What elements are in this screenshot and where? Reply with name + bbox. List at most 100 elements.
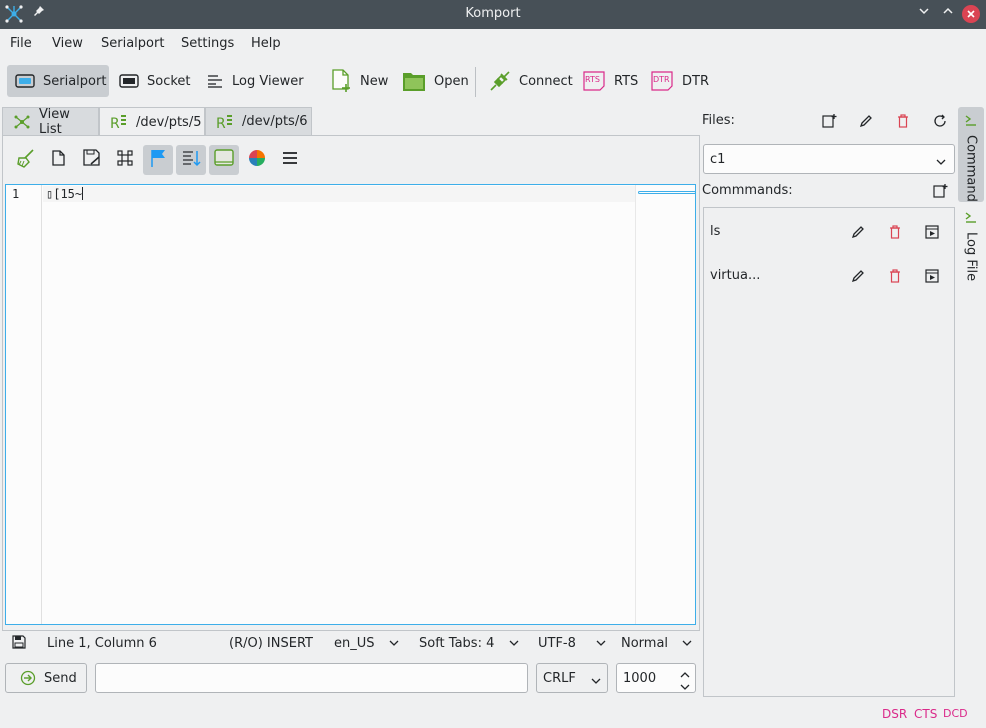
send-button[interactable]: Send [5, 663, 87, 693]
new-button[interactable]: New [322, 65, 396, 97]
wrap-button[interactable] [209, 145, 239, 175]
window-green-icon [213, 148, 235, 172]
language-selector[interactable]: en_US [334, 636, 399, 654]
edit-command-icon[interactable] [848, 266, 868, 286]
flag-icon [149, 148, 167, 172]
line-number: 1 [12, 187, 20, 201]
open-label: Open [434, 73, 469, 89]
minimize-chevron-icon[interactable] [915, 5, 933, 23]
add-command-icon[interactable] [930, 181, 950, 201]
minimap[interactable] [635, 185, 697, 624]
dtr-icon: DTR [650, 70, 674, 92]
side-tab-command[interactable]: Command [958, 107, 984, 202]
spin-down-icon[interactable] [679, 680, 691, 695]
send-arrow-icon [20, 670, 36, 686]
open-folder-icon [402, 70, 426, 92]
tab-label: View List [39, 106, 70, 137]
connect-label: Connect [519, 73, 573, 89]
chevron-down-icon [389, 636, 399, 651]
rx-tx-icon: R [216, 113, 234, 131]
tab-label: /dev/pts/5 [136, 114, 202, 130]
log-viewer-button[interactable]: Log Viewer [198, 65, 312, 97]
list-item[interactable]: ls [704, 216, 954, 248]
menu-help[interactable]: Help [251, 36, 281, 51]
menu-serialport[interactable]: Serialport [101, 36, 164, 51]
delete-file-icon[interactable] [893, 111, 913, 131]
rx-tx-icon: R [110, 113, 128, 131]
line-ending-select[interactable]: CRLF [536, 663, 608, 693]
copy-button[interactable] [44, 145, 74, 175]
rts-label: RTS [614, 73, 639, 89]
maximize-chevron-icon[interactable] [939, 5, 957, 23]
terminal-editor[interactable]: 1 ▯[15~ [5, 184, 696, 625]
color-button[interactable] [242, 145, 272, 175]
tab-dev-pts-5[interactable]: R /dev/pts/5 [99, 107, 205, 136]
run-command-icon[interactable] [922, 266, 942, 286]
send-input[interactable] [95, 663, 528, 693]
svg-text:R: R [110, 116, 120, 131]
connect-plug-icon [489, 70, 511, 92]
tab-view-list[interactable]: View List [2, 106, 99, 137]
dtr-button[interactable]: DTR DTR [642, 65, 717, 97]
color-wheel-icon [248, 149, 266, 171]
file-combo-value: c1 [710, 151, 726, 167]
line-number-gutter: 1 [6, 185, 42, 624]
save-status-icon[interactable] [12, 635, 26, 653]
close-icon[interactable] [962, 5, 980, 23]
view-mode-label: Normal [621, 636, 669, 651]
svg-text:RTS: RTS [585, 75, 600, 84]
menu-view[interactable]: View [52, 36, 83, 51]
run-command-icon[interactable] [922, 222, 942, 242]
language-label: en_US [334, 636, 375, 651]
interval-value: 1000 [623, 670, 657, 686]
rts-button[interactable]: RTS RTS [574, 65, 646, 97]
delete-command-icon[interactable] [885, 266, 905, 286]
new-label: New [360, 73, 389, 89]
dtr-label: DTR [682, 73, 709, 89]
log-viewer-label: Log Viewer [232, 73, 304, 89]
editor-text: ▯[15~ [46, 187, 84, 201]
interval-spinbox[interactable]: 1000 [616, 663, 696, 693]
connect-button[interactable]: Connect [481, 65, 581, 97]
clear-button[interactable] [11, 145, 41, 175]
line-ending-value: CRLF [543, 670, 576, 686]
bookmark-button[interactable] [143, 145, 173, 175]
encoding-label: UTF-8 [538, 636, 576, 651]
serialport-label: Serialport [43, 73, 107, 89]
save-as-button[interactable] [77, 145, 107, 175]
encoding-selector[interactable]: UTF-8 [538, 636, 606, 654]
menu-bar: File View Serialport Settings Help [0, 29, 986, 59]
minimap-viewport[interactable] [638, 191, 696, 194]
list-item[interactable]: virtua... [704, 260, 954, 292]
socket-button[interactable]: Socket [111, 65, 199, 97]
current-line-highlight [43, 186, 635, 202]
serialport-button[interactable]: Serialport [7, 65, 109, 97]
log-viewer-icon [206, 73, 224, 89]
broom-icon [15, 147, 37, 173]
side-tab-log-file[interactable]: Log File [958, 206, 984, 286]
open-button[interactable]: Open [394, 65, 477, 97]
save-edit-icon [82, 148, 102, 172]
select-all-button[interactable] [110, 145, 140, 175]
menu-file[interactable]: File [10, 36, 32, 51]
side-tab-label: Log File [963, 232, 979, 282]
edit-command-icon[interactable] [848, 222, 868, 242]
file-combo[interactable]: c1 [703, 144, 955, 174]
view-mode-selector[interactable]: Normal [621, 636, 692, 654]
text-cursor [82, 187, 84, 200]
tab-dev-pts-6[interactable]: R /dev/pts/6 [205, 107, 312, 135]
toolbar-separator [475, 67, 476, 97]
edit-mode[interactable]: (R/O) INSERT [229, 636, 313, 654]
indent-selector[interactable]: Soft Tabs: 4 [419, 636, 519, 654]
commands-label: Commmands: [702, 183, 793, 198]
files-label: Files: [702, 113, 735, 128]
title-bar: Komport [0, 0, 986, 29]
menu-settings[interactable]: Settings [181, 36, 234, 51]
autoscroll-button[interactable] [176, 145, 206, 175]
copy-icon [50, 149, 68, 171]
refresh-icon[interactable] [930, 111, 950, 131]
menu-button[interactable] [275, 145, 305, 175]
delete-command-icon[interactable] [885, 222, 905, 242]
edit-file-icon[interactable] [856, 111, 876, 131]
add-file-icon[interactable] [819, 111, 839, 131]
